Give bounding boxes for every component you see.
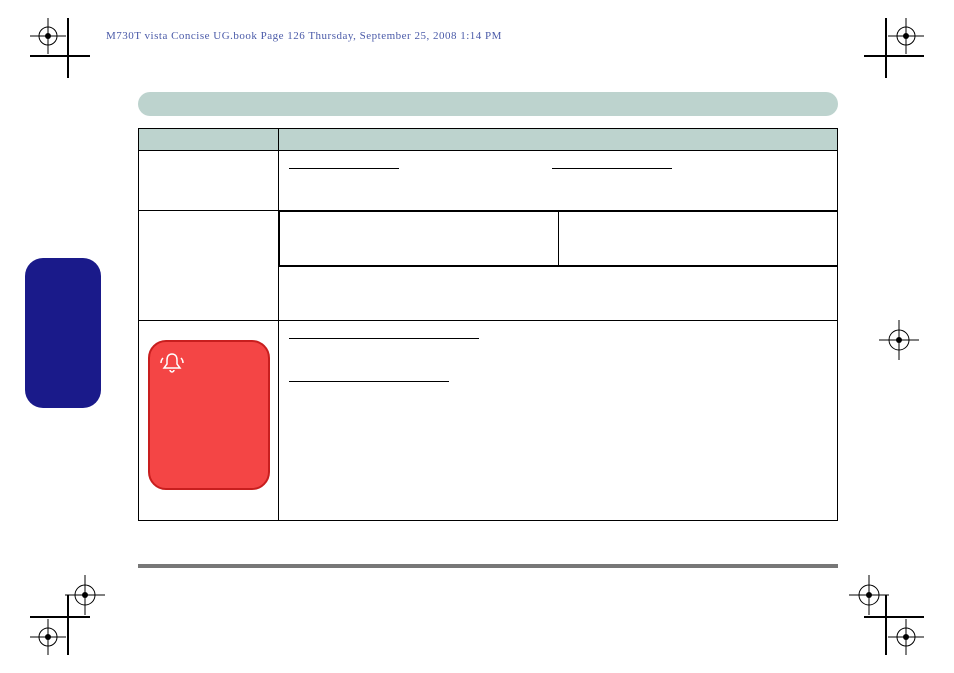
table-cell (279, 267, 838, 321)
table-cell (279, 151, 838, 211)
bell-icon (160, 357, 184, 379)
table-subcell (280, 212, 559, 266)
footer-rule (138, 564, 838, 568)
section-title-bar (138, 92, 838, 116)
crop-header-text: M730T vista Concise UG.book Page 126 Thu… (106, 30, 502, 42)
table-subcell (558, 212, 837, 266)
table-cell (139, 151, 279, 211)
warning-box (148, 340, 270, 490)
registration-mark-bottom-right (839, 565, 899, 625)
table-header-left (139, 129, 279, 151)
registration-mark-right (869, 310, 929, 370)
thumb-tab (25, 258, 101, 408)
table-header-right (279, 129, 838, 151)
crop-mark-top-right (864, 18, 924, 78)
table-cell (279, 321, 838, 521)
table-cell (139, 211, 279, 321)
crop-mark-top-left (30, 18, 90, 78)
registration-mark-bottom-left (55, 565, 115, 625)
